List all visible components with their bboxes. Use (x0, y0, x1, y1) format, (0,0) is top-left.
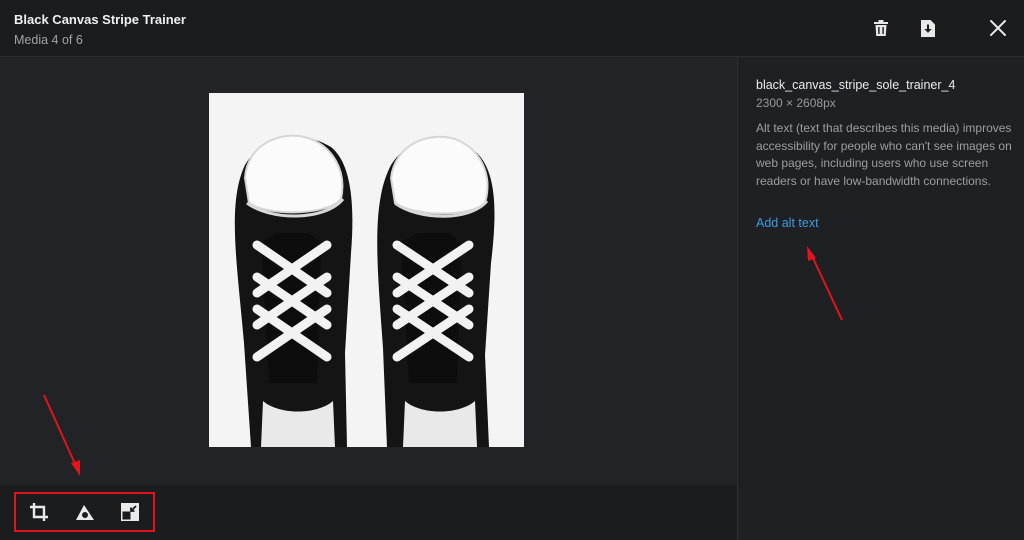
add-alt-text-link[interactable]: Add alt text (756, 216, 819, 230)
edit-toolbar (14, 492, 155, 532)
sneakers-illustration (209, 93, 524, 447)
alt-text-description: Alt text (text that describes this media… (756, 121, 1012, 188)
focal-point-button[interactable] (62, 494, 108, 530)
close-icon (990, 20, 1006, 36)
media-image (209, 93, 524, 447)
file-name: black_canvas_stripe_sole_trainer_4 (756, 78, 956, 92)
media-title: Black Canvas Stripe Trainer (14, 12, 186, 27)
delete-button[interactable] (868, 14, 894, 42)
image-dimensions: 2300 × 2608px (756, 96, 836, 110)
trash-icon (874, 20, 888, 36)
close-button[interactable] (985, 14, 1011, 42)
crop-button[interactable] (16, 494, 62, 530)
download-button[interactable] (915, 14, 941, 42)
resize-icon (121, 503, 140, 521)
media-details-panel: black_canvas_stripe_sole_trainer_4 2300 … (738, 57, 1024, 540)
focal-point-icon (75, 505, 94, 520)
edit-toolbar-strip (0, 485, 737, 540)
media-viewer-header: Black Canvas Stripe Trainer Media 4 of 6 (0, 0, 1024, 57)
resize-button[interactable] (107, 494, 153, 530)
media-preview-area (0, 57, 737, 540)
media-counter: Media 4 of 6 (14, 33, 83, 47)
download-icon (921, 19, 935, 37)
crop-icon (29, 503, 48, 521)
